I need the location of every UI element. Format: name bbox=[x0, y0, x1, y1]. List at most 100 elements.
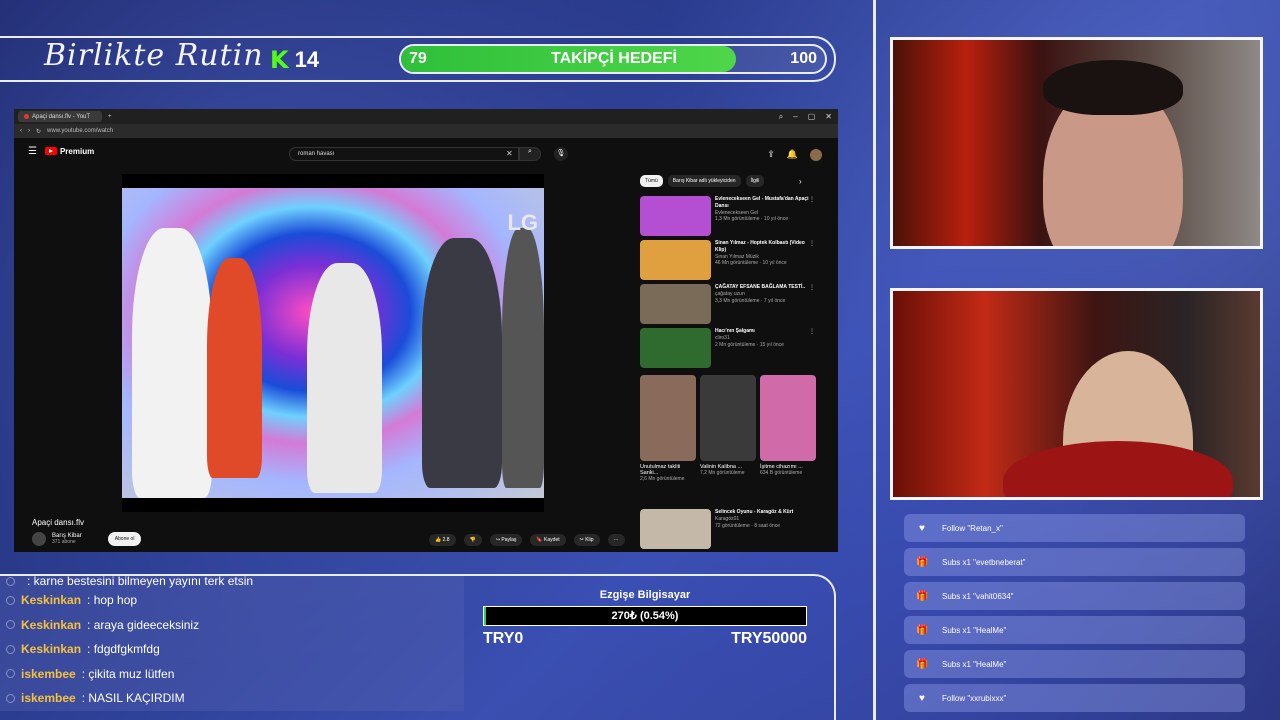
short-meta: 2,6 Mn görüntüleme bbox=[640, 476, 685, 482]
short-item[interactable]: İşitme cihazımı ... 634 B görüntüleme bbox=[760, 375, 816, 482]
like-button[interactable]: 👍 2.8 bbox=[429, 534, 456, 546]
more-options-icon[interactable]: ⋮ bbox=[809, 284, 815, 291]
back-icon[interactable]: ‹ bbox=[20, 128, 22, 134]
shorts-shelf: Unutulmaz takliti Sanki... 2,6 Mn görüntü… bbox=[640, 375, 816, 482]
recommendation-item[interactable]: Evlenecekseen Gel - Mustafa'dan Apaçi Da… bbox=[640, 196, 815, 236]
url-text[interactable]: www.youtube.com/watch bbox=[47, 128, 113, 134]
video-player[interactable]: LG bbox=[122, 174, 544, 512]
maximize-icon[interactable]: ▢ bbox=[808, 112, 816, 122]
event-item: 🎁 Subs x1 "vahit0634" bbox=[904, 582, 1245, 610]
search-input[interactable]: roman havası bbox=[289, 147, 519, 161]
hamburger-menu-icon[interactable]: ☰ bbox=[28, 146, 37, 157]
recommendation-thumbnail[interactable] bbox=[640, 328, 711, 368]
recommendation-thumbnail[interactable] bbox=[640, 509, 711, 549]
subscriber-count: 371 abone bbox=[52, 539, 76, 545]
chat-badge-icon bbox=[6, 576, 15, 586]
more-options-icon[interactable]: ⋮ bbox=[809, 328, 815, 335]
kick-logo-icon: K bbox=[270, 46, 289, 74]
chat-username[interactable]: Keskinkan bbox=[21, 618, 81, 632]
recommendation-item[interactable]: ÇAĞATAY EFSANE BAĞLAMA TESTİ.. çağatay uz… bbox=[640, 284, 815, 324]
donation-amount: 270₺ (0.54%) bbox=[611, 610, 679, 622]
share-button[interactable]: ↪ Paylaş bbox=[489, 534, 523, 546]
donation-goal: Ezgişe Bilgisayar 270₺ (0.54%) TRY0 TRY5… bbox=[483, 589, 807, 648]
recommendation-title[interactable]: ÇAĞATAY EFSANE BAĞLAMA TESTİ.. bbox=[715, 284, 805, 291]
panel-divider bbox=[873, 0, 876, 720]
dislike-button[interactable]: 👎 bbox=[463, 534, 482, 546]
event-item: ♥ Follow "Retan_x" bbox=[904, 514, 1245, 542]
channel-avatar[interactable] bbox=[32, 532, 46, 546]
recommendation-title[interactable]: Selincek Oyunu - Karagöz & Kürt bbox=[715, 509, 793, 516]
donation-title: Ezgişe Bilgisayar bbox=[599, 589, 691, 601]
chat-text: : çikita muz lütfen bbox=[81, 666, 175, 681]
address-bar[interactable]: ‹ › ↻ www.youtube.com/watch bbox=[14, 124, 838, 138]
brand-title: Birlikte Rutin bbox=[44, 38, 264, 73]
video-frame: LG bbox=[122, 188, 544, 498]
recommendation-channel: Sinan Yılmaz Müzik bbox=[715, 253, 759, 260]
search-button[interactable]: ⌕ bbox=[519, 147, 541, 161]
recommendation-thumbnail[interactable] bbox=[640, 284, 711, 324]
short-thumbnail[interactable] bbox=[640, 375, 696, 461]
recommendation-title[interactable]: Evlenecekseen Gel - Mustafa'dan Apaçi Da… bbox=[715, 196, 815, 210]
chip-all[interactable]: Tümü bbox=[640, 175, 663, 187]
short-item[interactable]: Valinin Kalibna ... 7,2 Mn görüntüleme bbox=[700, 375, 756, 482]
search-tabs-icon[interactable]: ⌕ bbox=[779, 112, 783, 122]
chat-message: Keskinkan : araya gideeceksiniz bbox=[0, 612, 464, 637]
save-button[interactable]: 🔖 Kaydet bbox=[530, 534, 566, 546]
chat-username[interactable]: Keskinkan bbox=[21, 642, 81, 656]
chat-badge-icon bbox=[6, 595, 15, 605]
minimize-icon[interactable]: – bbox=[793, 112, 797, 122]
follower-goal-bar: 79 TAKİPÇİ HEDEFİ 100 bbox=[399, 44, 827, 74]
chat-username[interactable]: iskembee bbox=[21, 691, 76, 705]
chat-username[interactable]: iskembee bbox=[21, 667, 76, 681]
short-thumbnail[interactable] bbox=[760, 375, 816, 461]
recommendation-thumbnail[interactable] bbox=[640, 240, 711, 280]
notifications-icon[interactable]: 🔔 bbox=[787, 149, 798, 161]
goal-current: 79 bbox=[409, 50, 427, 67]
more-actions-button[interactable]: ··· bbox=[607, 534, 625, 546]
gift-icon: 🎁 bbox=[916, 590, 929, 602]
forward-icon[interactable]: › bbox=[28, 128, 30, 134]
close-icon[interactable]: ✕ bbox=[825, 112, 832, 122]
more-options-icon[interactable]: ⋮ bbox=[809, 240, 815, 247]
new-tab-icon[interactable]: + bbox=[108, 114, 112, 120]
chat-username[interactable]: Keskinkan bbox=[21, 593, 81, 607]
video-title: Apaçi dansı.flv bbox=[32, 518, 85, 527]
short-item[interactable]: Unutulmaz takliti Sanki... 2,6 Mn görüntü… bbox=[640, 375, 696, 482]
event-item: ♥ Follow "xxrubixxx" bbox=[904, 684, 1245, 712]
browser-window: Apaçi dansı.flv - YouT + ⌕ – ▢ ✕ ‹ › ↻ w… bbox=[14, 109, 838, 552]
event-text: Follow "xxrubixxx" bbox=[942, 693, 1007, 703]
recommendation-item[interactable]: Hacı'nın Şalgamı cliro31 2 Mn görüntüleme … bbox=[640, 328, 815, 368]
event-text: Subs x1 "evetbneberat" bbox=[942, 557, 1026, 567]
recommendation-channel: çağatay uzun bbox=[715, 290, 745, 297]
recommendation-item[interactable]: Sinan Yılmaz - Hoptek Kolbastı (Video Kl… bbox=[640, 240, 815, 280]
subscribe-button[interactable]: Abone ol bbox=[107, 532, 142, 546]
reload-icon[interactable]: ↻ bbox=[36, 128, 41, 135]
short-thumbnail[interactable] bbox=[700, 375, 756, 461]
chip-related[interactable]: İlgili bbox=[745, 175, 765, 187]
recommendation-thumbnail[interactable] bbox=[640, 196, 711, 236]
channel-row: Barış Kibar 371 abone Abone ol bbox=[32, 532, 142, 546]
recommendation-title[interactable]: Hacı'nın Şalgamı bbox=[715, 328, 784, 335]
tab-title: Apaçi dansı.flv - YouT bbox=[32, 113, 91, 120]
browser-tab[interactable]: Apaçi dansı.flv - YouT bbox=[18, 111, 102, 122]
recommendation-title[interactable]: Sinan Yılmaz - Hoptek Kolbastı (Video Kl… bbox=[715, 240, 815, 254]
youtube-logo[interactable]: Premium bbox=[44, 147, 94, 156]
more-options-icon[interactable]: ⋮ bbox=[809, 196, 815, 203]
recommendation-channel: Evlenecekseen Gel bbox=[715, 209, 759, 216]
short-title[interactable]: Unutulmaz takliti Sanki... bbox=[640, 464, 696, 476]
voice-search-icon[interactable]: 🎙 bbox=[554, 147, 568, 161]
chat-text: : araya gideeceksiniz bbox=[87, 617, 200, 632]
upload-icon[interactable]: ⇪ bbox=[767, 149, 775, 161]
recommendation-chips: Tümü Barış Kibar adlı yükleyiciden İlgil… bbox=[640, 175, 765, 187]
recommendation-item[interactable]: Selincek Oyunu - Karagöz & Kürt Karagöz0… bbox=[640, 509, 815, 549]
chevron-right-icon[interactable]: › bbox=[799, 177, 802, 186]
event-item: 🎁 Subs x1 "evetbneberat" bbox=[904, 548, 1245, 576]
event-text: Subs x1 "HealMe" bbox=[942, 625, 1007, 635]
recommendation-meta: 1,3 Mn görüntüleme · 10 yıl önce bbox=[715, 216, 789, 223]
chip-uploader[interactable]: Barış Kibar adlı yükleyiciden bbox=[667, 175, 741, 187]
clear-search-icon[interactable]: ✕ bbox=[506, 149, 513, 158]
account-avatar[interactable] bbox=[810, 149, 822, 161]
event-text: Subs x1 "vahit0634" bbox=[942, 591, 1014, 601]
clip-button[interactable]: ✂ Klip bbox=[573, 534, 600, 546]
youtube-top-icons: ⇪ 🔔 bbox=[767, 149, 822, 161]
